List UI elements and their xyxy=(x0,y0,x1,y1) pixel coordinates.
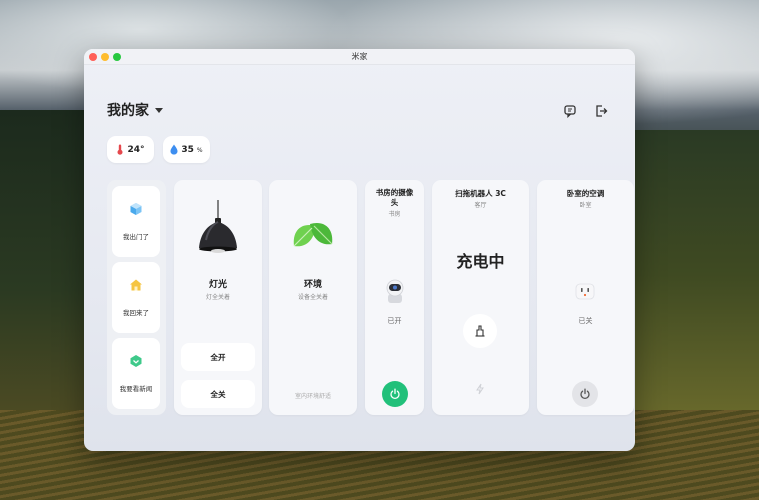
power-icon xyxy=(390,388,400,400)
ac-state: 已关 xyxy=(578,317,593,325)
mijia-window: 米家 我的家 24° 35 % 我出门了 我回来了 我要看新闻 灯光 灯全关着 … xyxy=(84,49,635,451)
humidity-chip[interactable]: 35 % xyxy=(163,136,210,163)
environment-status: 设备全关着 xyxy=(297,294,328,301)
robot-name: 扫拖机器人 3C xyxy=(455,189,506,198)
camera-room: 书房 xyxy=(388,211,401,218)
temperature-chip[interactable]: 24° xyxy=(107,136,154,163)
camera-name: 书房的摄像头 xyxy=(375,188,414,207)
camera-state: 已开 xyxy=(387,317,402,325)
all-on-button[interactable]: 全开 xyxy=(181,343,255,371)
robot-state: 充电中 xyxy=(456,252,505,271)
charging-icon xyxy=(476,383,484,395)
scene-label: 我出门了 xyxy=(123,233,149,241)
environment-name: 环境 xyxy=(303,280,322,290)
scene-label: 我要看新闻 xyxy=(119,385,153,393)
chevron-down-icon xyxy=(155,107,163,113)
ac-power-button[interactable] xyxy=(572,381,598,407)
window-title: 米家 xyxy=(351,52,368,61)
leaf-icon xyxy=(293,222,333,247)
power-icon xyxy=(580,388,590,400)
thermometer-icon xyxy=(117,144,123,155)
home-name: 我的家 xyxy=(107,103,149,119)
light-card[interactable]: 灯光 灯全关着 全开 全关 xyxy=(174,180,262,415)
scenes-panel: 我出门了 我回来了 我要看新闻 xyxy=(107,180,166,415)
plug-icon xyxy=(575,283,595,300)
camera-power-button[interactable] xyxy=(382,381,408,407)
home-icon xyxy=(130,279,142,291)
all-off-button[interactable]: 全关 xyxy=(181,380,255,408)
environment-card[interactable]: 环境 设备全关着 室内环境舒适 xyxy=(269,180,357,415)
scene-back-home[interactable]: 我回来了 xyxy=(112,262,160,333)
wallpaper-right-hill xyxy=(629,130,759,420)
humidity-drop-icon xyxy=(170,144,178,155)
ac-name: 卧室的空调 xyxy=(566,189,605,198)
camera-device-icon xyxy=(386,279,404,303)
cube-icon xyxy=(130,203,142,215)
scene-label: 我回来了 xyxy=(123,309,149,317)
light-status: 灯全关着 xyxy=(205,294,230,301)
wallpaper-left-hill xyxy=(0,110,90,410)
message-icon[interactable] xyxy=(563,103,577,119)
logout-icon[interactable] xyxy=(594,103,608,117)
temperature-value: 24° xyxy=(127,144,145,155)
ac-room: 卧室 xyxy=(579,202,592,209)
camera-card[interactable]: 书房的摄像头 书房 已开 xyxy=(365,180,424,415)
home-selector[interactable]: 我的家 xyxy=(107,100,163,120)
gem-icon xyxy=(130,355,142,367)
robot-dock-button[interactable] xyxy=(463,314,497,348)
scene-watch-news[interactable]: 我要看新闻 xyxy=(112,338,160,409)
scene-leave-home[interactable]: 我出门了 xyxy=(112,186,160,257)
title-bar: 米家 xyxy=(84,49,635,65)
environment-footer: 室内环境舒适 xyxy=(294,393,331,400)
air-conditioner-card[interactable]: 卧室的空调 卧室 已关 xyxy=(537,180,634,415)
humidity-unit: % xyxy=(196,147,203,154)
humidity-value: 35 xyxy=(181,144,194,155)
pendant-lamp-icon xyxy=(199,200,237,253)
robot-room: 客厅 xyxy=(474,202,487,209)
light-name: 灯光 xyxy=(208,280,227,290)
dock-icon xyxy=(475,325,485,337)
robot-vacuum-card[interactable]: 扫拖机器人 3C 客厅 充电中 xyxy=(432,180,529,415)
